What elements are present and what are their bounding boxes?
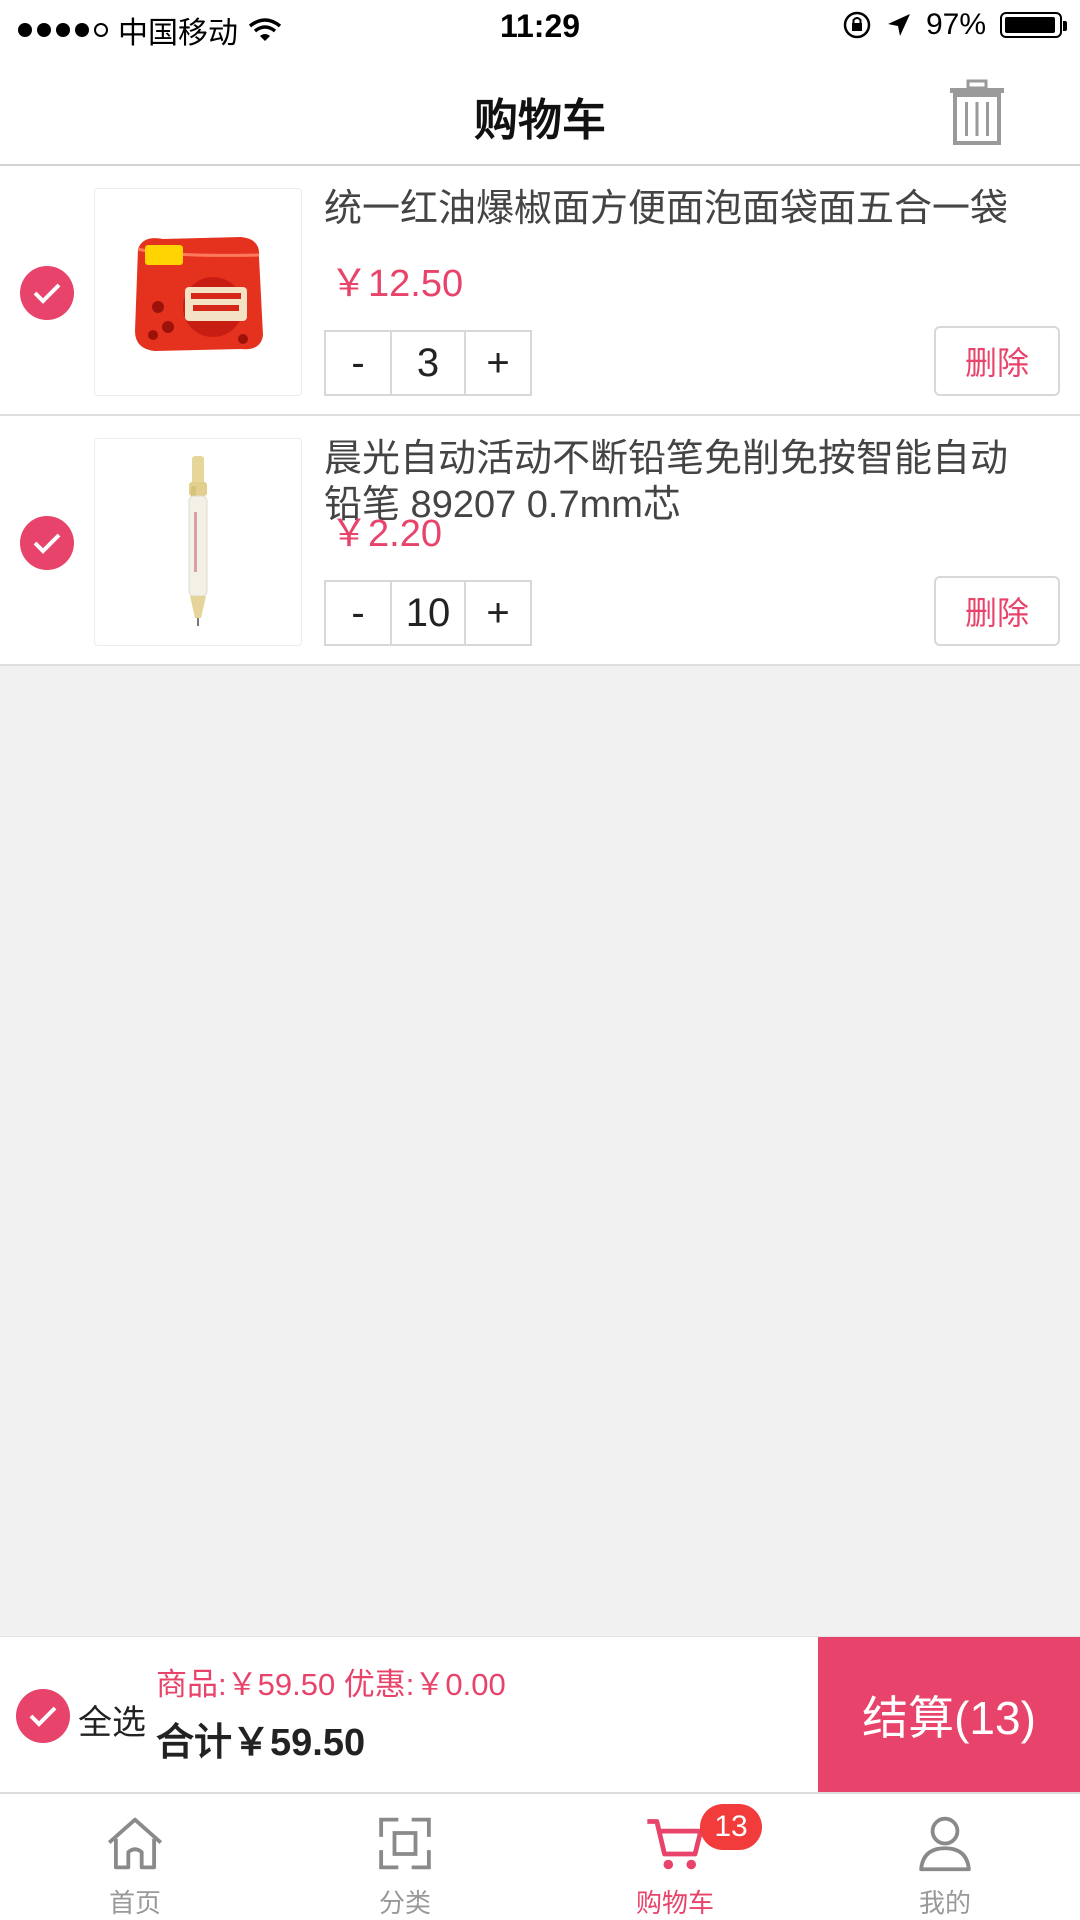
cart-list: 统一红油爆椒面方便面泡面袋面五合一袋 ￥12.50 - 3 + 删除 晨光自动活…	[0, 166, 1080, 666]
clear-cart-button[interactable]	[944, 78, 1010, 146]
tab-label: 我的	[918, 1888, 971, 1918]
total-price: 合计￥59.50	[156, 1722, 366, 1764]
checkmark-icon	[33, 533, 61, 554]
quantity-value[interactable]: 3	[390, 332, 466, 394]
category-icon	[379, 1817, 431, 1870]
battery-icon	[1000, 12, 1067, 38]
product-price: ￥2.20	[330, 513, 442, 555]
location-arrow-icon	[887, 14, 910, 36]
checkmark-icon	[33, 283, 61, 304]
checkout-bar: 全选 商品:￥59.50 优惠:￥0.00 合计￥59.50 结算(13)	[0, 1636, 1080, 1793]
item-checkbox[interactable]	[20, 516, 74, 570]
product-price: ￥12.50	[330, 263, 464, 305]
cart-icon	[647, 1819, 704, 1870]
increase-quantity-button[interactable]: +	[466, 332, 530, 394]
profile-icon	[919, 1816, 971, 1872]
home-icon	[107, 1817, 163, 1870]
product-image[interactable]	[94, 188, 302, 396]
quantity-stepper: - 10 +	[324, 580, 532, 646]
tab-label: 分类	[378, 1888, 431, 1918]
status-right: 97%	[842, 8, 1067, 42]
mechanical-pencil-image	[188, 456, 208, 626]
checkmark-icon	[29, 1706, 57, 1727]
select-all-label[interactable]: 全选	[78, 1695, 146, 1744]
decrease-quantity-button[interactable]: -	[326, 582, 390, 644]
status-bar: 中国移动 11:29 97%	[0, 0, 1080, 54]
trash-icon	[950, 79, 1004, 145]
battery-percent: 97%	[925, 8, 986, 41]
delete-item-button[interactable]: 删除	[934, 326, 1060, 396]
quantity-stepper: - 3 +	[324, 330, 532, 396]
tab-bar: 首页 分类 13 购物车 我的	[0, 1792, 1080, 1920]
item-checkbox[interactable]	[20, 266, 74, 320]
tab-label: 首页	[108, 1888, 161, 1918]
tab-profile[interactable]: 我的	[810, 1794, 1080, 1920]
tab-category[interactable]: 分类	[270, 1794, 540, 1920]
cart-item: 统一红油爆椒面方便面泡面袋面五合一袋 ￥12.50 - 3 + 删除	[0, 166, 1080, 416]
cart-item: 晨光自动活动不断铅笔免削免按智能自动铅笔 89207 0.7mm芯 ￥2.20 …	[0, 416, 1080, 666]
decrease-quantity-button[interactable]: -	[326, 332, 390, 394]
tab-cart[interactable]: 13 购物车	[540, 1794, 810, 1920]
quantity-value[interactable]: 10	[390, 582, 466, 644]
page-title: 购物车	[474, 96, 606, 145]
select-all-checkbox[interactable]	[16, 1689, 70, 1743]
cart-count-badge: 13	[700, 1804, 762, 1850]
tab-home[interactable]: 首页	[0, 1794, 270, 1920]
price-summary: 商品:￥59.50 优惠:￥0.00	[156, 1667, 506, 1702]
nav-header: 购物车	[0, 54, 1080, 166]
instant-noodle-pack-image	[135, 237, 263, 351]
delete-item-button[interactable]: 删除	[934, 576, 1060, 646]
product-image[interactable]	[94, 438, 302, 646]
checkout-button[interactable]: 结算(13)	[818, 1637, 1080, 1793]
increase-quantity-button[interactable]: +	[466, 582, 530, 644]
tab-label: 购物车	[635, 1888, 714, 1918]
product-name[interactable]: 统一红油爆椒面方便面泡面袋面五合一袋	[324, 186, 1044, 232]
rotation-lock-icon	[843, 11, 871, 39]
